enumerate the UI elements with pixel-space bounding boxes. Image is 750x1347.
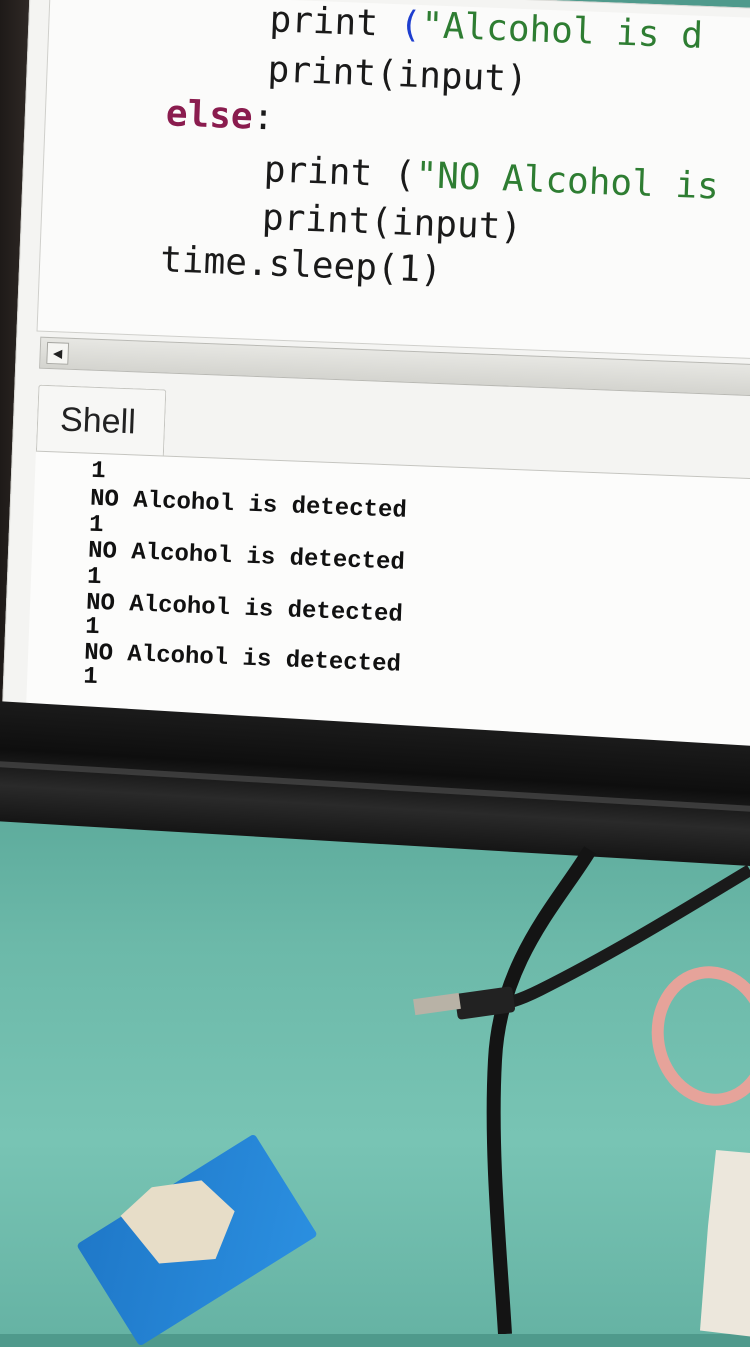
cable bbox=[486, 846, 597, 1334]
connector-tip-icon bbox=[413, 992, 461, 1016]
cables bbox=[413, 846, 750, 1334]
